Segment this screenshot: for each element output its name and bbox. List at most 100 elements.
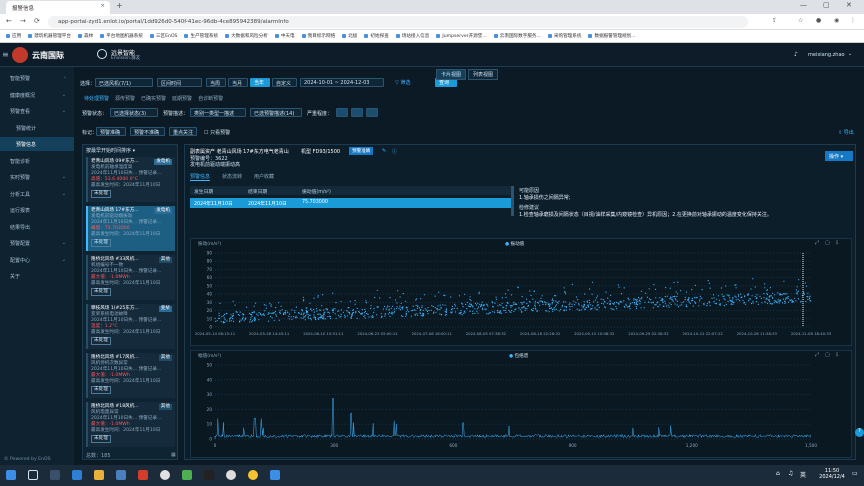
maximize-icon[interactable]: ▢ — [823, 1, 830, 9]
detail-tab[interactable]: 用户收藏 — [254, 173, 274, 181]
minimize-icon[interactable]: — — [800, 1, 807, 9]
bell-icon[interactable]: ♪ — [794, 51, 798, 58]
only-alarm-checkbox[interactable]: ☐ 只看预警 — [204, 129, 230, 136]
menu-icon[interactable]: ⋮ — [850, 17, 856, 24]
url-input[interactable]: app-portal-zyd1.enlot.io/portal/1dd926d0… — [48, 16, 748, 28]
sidebar-item[interactable]: 实时预警 ⌄ — [0, 170, 74, 184]
edit-icon[interactable]: ✎ — [382, 148, 386, 154]
level-mid-button[interactable] — [351, 108, 363, 117]
window-close-icon[interactable]: ✕ — [846, 1, 852, 9]
volume-icon[interactable]: ♫ — [788, 470, 793, 477]
profile-icon[interactable]: ◉ — [834, 17, 839, 24]
extension-icon[interactable]: ● — [816, 17, 821, 24]
windows-start-icon[interactable] — [6, 470, 16, 480]
table-row[interactable]: 2024年11月10日 2024年11月10日 75.703000 — [190, 198, 514, 208]
time-type-select[interactable]: 区间时间 — [157, 78, 202, 87]
bookmark-item[interactable]: 中天电 — [275, 33, 295, 39]
chevron-down-icon[interactable]: ⌄ — [848, 51, 852, 57]
task-view-icon[interactable] — [50, 470, 60, 480]
sidebar-item[interactable]: 配置中心 ⌄ — [0, 253, 74, 267]
mark-inaccurate-button[interactable]: 预警不准确 — [130, 127, 165, 136]
filter-button[interactable]: ▽ 筛选 — [395, 79, 410, 86]
bookmark-item[interactable]: 生产管理系统 — [184, 33, 218, 39]
search-icon[interactable] — [28, 470, 38, 480]
bookmark-item[interactable]: 应用 — [6, 33, 21, 39]
notification-icon[interactable]: ▭ — [852, 470, 858, 477]
forward-icon[interactable]: → — [20, 17, 26, 25]
bookmark-item[interactable]: 平台地图机器系统 — [100, 33, 143, 39]
star-icon[interactable]: ☆ — [798, 17, 803, 24]
status-tab[interactable]: 源传预警 — [115, 95, 135, 102]
alarm-card[interactable]: 隆桥北风场 #18风机... 其他 风机电量异常 2024年11月10日失... 预警… — [86, 402, 175, 447]
status-tab[interactable]: 延期预警 — [172, 95, 192, 102]
bookmark-item[interactable]: 大数据和风险分析 — [225, 33, 268, 39]
quick-custom-button[interactable]: 自定义 — [272, 78, 297, 87]
bookmark-item[interactable]: 数据报警管理规划... — [588, 33, 635, 39]
network-icon[interactable]: ⌂ — [776, 470, 780, 477]
sidebar-item[interactable]: 健康度概况 ⌄ — [0, 88, 74, 102]
chrome-icon[interactable] — [160, 470, 170, 480]
sidebar-item[interactable]: 运行报表 — [0, 203, 74, 217]
sort-select[interactable]: 按最早开始时间排序 ▾ — [86, 147, 135, 154]
date-range-input[interactable]: 2024-10-01 ~ 2024-12-03 — [300, 78, 384, 87]
bookmark-item[interactable]: 场站接入信息 — [396, 33, 430, 39]
bookmark-item[interactable]: 采购管理系统 — [548, 33, 582, 39]
clock[interactable]: 11:50 2024/12/4 — [812, 468, 852, 480]
chrome-icon[interactable] — [226, 470, 236, 480]
status-tab[interactable]: 待处理预警 — [84, 95, 109, 102]
app-icon[interactable] — [270, 470, 280, 480]
type-select[interactable]: 已选预警描述(14) — [250, 108, 302, 117]
view-tab[interactable]: 列表视图 — [468, 69, 499, 80]
export-button[interactable]: ⇪ 导出 — [838, 129, 854, 136]
level-high-button[interactable] — [366, 108, 378, 117]
detail-tab[interactable]: 预警信息 — [190, 173, 211, 181]
bookmark-item[interactable]: 云南国际数字服务... — [494, 33, 541, 39]
terminal-icon[interactable] — [204, 470, 214, 480]
quick-week-button[interactable]: 当周 — [206, 78, 226, 87]
table-scrollbar[interactable] — [511, 186, 514, 216]
state-select[interactable]: 已选择状态(3) — [110, 108, 158, 117]
alarm-card[interactable]: 老青山风场 17#东方... 发电机 发电机前驱动端振动 2024年11月10日失..… — [86, 206, 175, 251]
bookmark-item[interactable]: 北极 — [342, 33, 357, 39]
alarm-card[interactable]: 隆桥北风场 #17风机... 其他 风机停机次数异常 2024年11月10日失... … — [86, 353, 175, 398]
reload-icon[interactable]: ⟳ — [34, 17, 40, 25]
explorer-icon[interactable] — [94, 470, 104, 480]
alarm-card[interactable]: 隆桥北风场 #33风机... 其他 机组编号不一致 2024年11月10日失... 预… — [86, 255, 175, 300]
mark-focus-button[interactable]: 重点关注 — [169, 127, 197, 136]
sidebar-item[interactable]: 分析工具 ⌄ — [0, 187, 74, 201]
site-select[interactable]: 已选风机(7/1) — [95, 78, 153, 87]
info-icon[interactable]: ⓘ — [392, 148, 397, 155]
help-icon[interactable]: ? — [855, 428, 864, 437]
bookmark-item[interactable]: Jumpserver开源堡... — [436, 33, 486, 39]
view-tab[interactable]: 卡片视图 — [436, 69, 467, 80]
status-tab[interactable]: 已确实预警 — [141, 95, 166, 102]
bookmark-item[interactable]: 我目标示网络 — [302, 33, 336, 39]
app-icon[interactable] — [248, 470, 258, 480]
operate-button[interactable]: 操作 ▾ — [825, 151, 853, 161]
bookmark-item[interactable]: 森林 — [78, 33, 93, 39]
sidebar-item[interactable]: 智能诊析 — [0, 154, 74, 168]
sidebar-item[interactable]: 预警配置 ⌄ — [0, 236, 74, 250]
bookmark-item[interactable]: 初始探查 — [364, 33, 388, 39]
alarm-card[interactable]: 攀枝风场 1(#25东方... 变桨 变桨系统电池故障 2024年11月10日失...… — [86, 304, 175, 349]
new-tab-icon[interactable]: + — [116, 1, 123, 10]
quick-year-button[interactable]: 当年 — [250, 78, 270, 87]
user-name[interactable]: meixiang.zhao — [808, 52, 845, 58]
app-icon[interactable] — [138, 470, 148, 480]
back-icon[interactable]: ← — [6, 17, 12, 25]
share-icon[interactable]: ⇪ — [772, 17, 777, 24]
browser-tab[interactable]: 报警信息 × — [6, 1, 110, 14]
bookmark-item[interactable]: 三区EnOS — [150, 33, 178, 39]
grid-icon[interactable]: ▦ — [171, 452, 176, 458]
desc-select[interactable]: 类别一类型一描述 — [190, 108, 246, 117]
mark-accurate-button[interactable]: 预警准确 — [96, 127, 126, 136]
level-low-button[interactable] — [336, 108, 348, 117]
alarm-card[interactable]: 老青山风场 09#东方... 发电机 发电机前轴承温度高 2024年11月10日失..… — [86, 157, 175, 202]
sidebar-item[interactable]: 结果导出 — [0, 220, 74, 234]
quick-month-button[interactable]: 当月 — [228, 78, 248, 87]
bookmark-item[interactable]: 建筑机器管理平台 — [28, 33, 71, 39]
sidebar-item[interactable]: 智能预警 ‹ — [0, 71, 74, 85]
edge-icon[interactable] — [72, 470, 82, 480]
hamburger-icon[interactable]: ≡ — [2, 50, 9, 59]
sidebar-item[interactable]: 关于 — [0, 269, 74, 283]
